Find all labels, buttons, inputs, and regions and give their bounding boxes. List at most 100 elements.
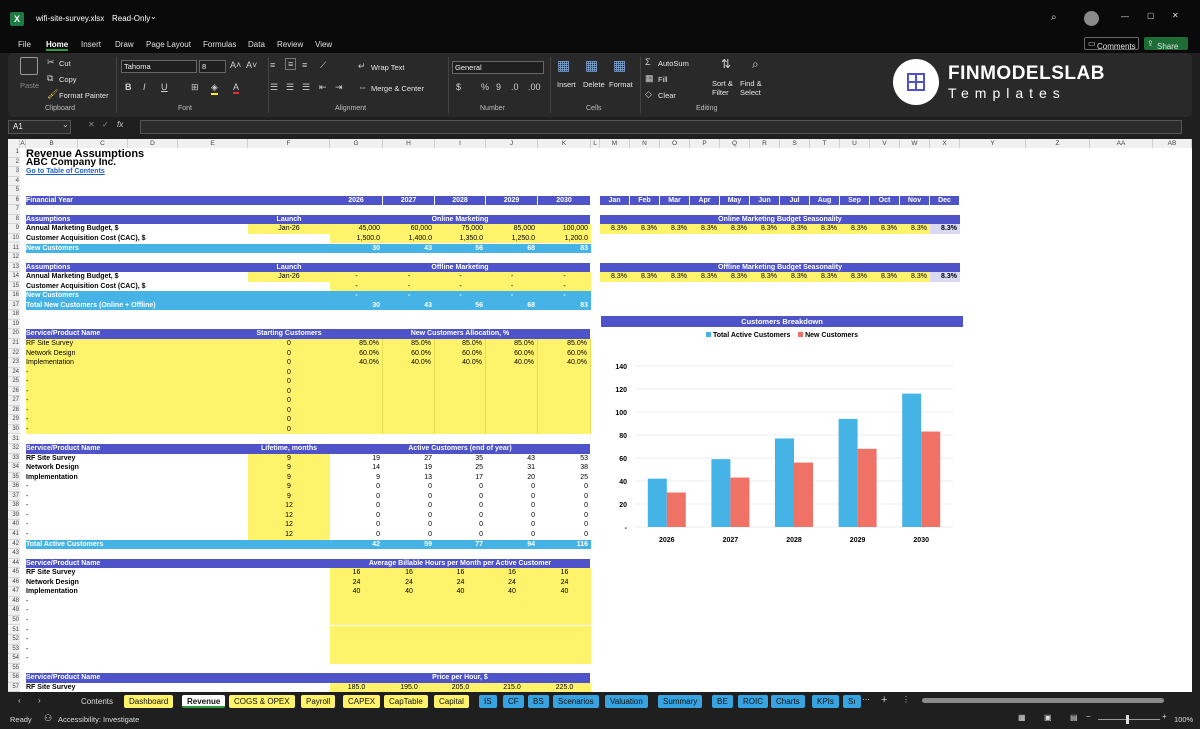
- row-header[interactable]: 2: [8, 157, 20, 168]
- sheet-tab[interactable]: Scenarios: [553, 695, 599, 708]
- menu-formulas[interactable]: Formulas: [203, 40, 236, 49]
- row-header[interactable]: 52: [8, 635, 20, 645]
- column-header-n[interactable]: N: [630, 139, 660, 148]
- row-header[interactable]: 18: [8, 310, 20, 320]
- copy-button[interactable]: Copy: [59, 75, 77, 84]
- row-header[interactable]: 8: [8, 214, 20, 225]
- accessibility-status[interactable]: Accessibility: Investigate: [58, 715, 139, 724]
- underline-icon[interactable]: U: [161, 82, 168, 92]
- fill-color-icon[interactable]: ◈: [211, 82, 218, 95]
- restore-icon[interactable]: ▢: [1147, 11, 1155, 20]
- merge-center-button[interactable]: Merge & Center: [371, 84, 424, 93]
- row-header[interactable]: 17: [8, 300, 20, 311]
- cut-button[interactable]: Cut: [59, 59, 71, 68]
- row-header[interactable]: 48: [8, 596, 20, 607]
- sheet-tab[interactable]: Contents: [76, 695, 118, 708]
- bold-icon[interactable]: B: [125, 82, 132, 92]
- menu-file[interactable]: File: [18, 40, 31, 49]
- format-button[interactable]: Format: [609, 80, 633, 89]
- row-header[interactable]: 25: [8, 377, 20, 387]
- row-header[interactable]: 10: [8, 233, 20, 244]
- row-header[interactable]: 23: [8, 358, 20, 368]
- row-header[interactable]: 37: [8, 491, 20, 502]
- column-header-k[interactable]: K: [538, 139, 591, 148]
- column-header-i[interactable]: I: [435, 139, 486, 148]
- row-header[interactable]: 22: [8, 348, 20, 359]
- paste-button[interactable]: Paste: [20, 81, 39, 90]
- zoom-in-icon[interactable]: +: [1162, 712, 1167, 721]
- row-header[interactable]: 30: [8, 424, 20, 435]
- row-header[interactable]: 21: [8, 339, 20, 349]
- menu-data[interactable]: Data: [248, 40, 265, 49]
- search-icon[interactable]: ⌕: [1051, 12, 1057, 23]
- row-header[interactable]: 42: [8, 539, 20, 550]
- sheet-tab[interactable]: Sı: [843, 695, 861, 708]
- shrink-font-icon[interactable]: A˅: [246, 60, 257, 70]
- column-header-y[interactable]: Y: [960, 139, 1026, 148]
- horizontal-scrollbar[interactable]: [922, 698, 1164, 703]
- row-header[interactable]: 34: [8, 463, 20, 473]
- add-sheet-icon[interactable]: +: [881, 694, 887, 706]
- sheet-tab[interactable]: Charts: [771, 695, 805, 708]
- row-header[interactable]: 44: [8, 558, 20, 569]
- row-header[interactable]: 53: [8, 644, 20, 655]
- row-header[interactable]: 12: [8, 253, 20, 263]
- grow-font-icon[interactable]: A˄: [230, 60, 241, 70]
- read-only-label[interactable]: Read-Only: [112, 14, 150, 23]
- sheet-tab[interactable]: KPIs: [812, 695, 839, 708]
- row-header[interactable]: 41: [8, 530, 20, 540]
- cancel-icon[interactable]: ✕: [88, 120, 95, 129]
- row-header[interactable]: 46: [8, 577, 20, 588]
- column-header-t[interactable]: T: [810, 139, 840, 148]
- menu-insert[interactable]: Insert: [81, 40, 101, 49]
- share-button[interactable]: ⇪ Share: [1144, 37, 1188, 51]
- row-header[interactable]: 9: [8, 224, 20, 234]
- row-header[interactable]: 27: [8, 396, 20, 406]
- row-header[interactable]: 15: [8, 281, 20, 292]
- page-layout-icon[interactable]: ▣: [1044, 713, 1052, 722]
- column-header-aa[interactable]: AA: [1090, 139, 1153, 148]
- increase-indent-icon[interactable]: ⇥: [335, 82, 343, 93]
- align-top-icon[interactable]: ≡: [270, 60, 275, 70]
- column-header-o[interactable]: O: [660, 139, 690, 148]
- row-header[interactable]: 3: [8, 167, 20, 177]
- column-header-m[interactable]: M: [600, 139, 630, 148]
- borders-icon[interactable]: ⊞: [191, 82, 199, 93]
- insert-button[interactable]: Insert: [557, 80, 576, 89]
- percent-icon[interactable]: %: [481, 82, 489, 92]
- row-header[interactable]: 13: [8, 262, 20, 273]
- clear-button[interactable]: Clear: [658, 91, 676, 100]
- increase-decimal-icon[interactable]: .0: [511, 82, 519, 92]
- formula-input[interactable]: [140, 120, 1182, 134]
- align-center-icon[interactable]: ☰: [286, 82, 294, 93]
- column-header-l[interactable]: L: [591, 139, 600, 148]
- row-header[interactable]: 39: [8, 510, 20, 521]
- row-header[interactable]: 19: [8, 319, 20, 330]
- row-header[interactable]: 57: [8, 682, 20, 692]
- fill-button[interactable]: Fill: [658, 75, 668, 84]
- menu-view[interactable]: View: [315, 40, 332, 49]
- row-header[interactable]: 54: [8, 654, 20, 664]
- close-icon[interactable]: ✕: [1172, 11, 1179, 20]
- more-sheets-icon[interactable]: ⋯: [862, 695, 870, 704]
- column-header-r[interactable]: R: [750, 139, 780, 148]
- font-color-icon[interactable]: A: [233, 82, 240, 94]
- column-header-w[interactable]: W: [900, 139, 930, 148]
- row-header[interactable]: 1: [8, 148, 20, 158]
- row-header[interactable]: 24: [8, 367, 20, 378]
- autosum-button[interactable]: AutoSum: [658, 59, 689, 68]
- column-header-u[interactable]: U: [840, 139, 870, 148]
- row-header[interactable]: 45: [8, 568, 20, 578]
- spreadsheet-grid[interactable]: A B C D E F G H I J K L M N O P Q R S T U V W X Y Z AA AB 123456789…: [8, 139, 1192, 692]
- column-header-c[interactable]: C: [78, 139, 128, 148]
- row-header[interactable]: 28: [8, 405, 20, 416]
- row-header[interactable]: 55: [8, 663, 20, 674]
- clipboard-icon[interactable]: [20, 57, 38, 75]
- font-name-select[interactable]: Tahoma: [121, 60, 197, 73]
- delete-button[interactable]: Delete: [583, 80, 605, 89]
- column-header-q[interactable]: Q: [720, 139, 750, 148]
- menu-page-layout[interactable]: Page Layout: [146, 40, 191, 49]
- row-header[interactable]: 20: [8, 329, 20, 339]
- zoom-level[interactable]: 100%: [1174, 715, 1193, 724]
- column-header-f[interactable]: F: [248, 139, 330, 148]
